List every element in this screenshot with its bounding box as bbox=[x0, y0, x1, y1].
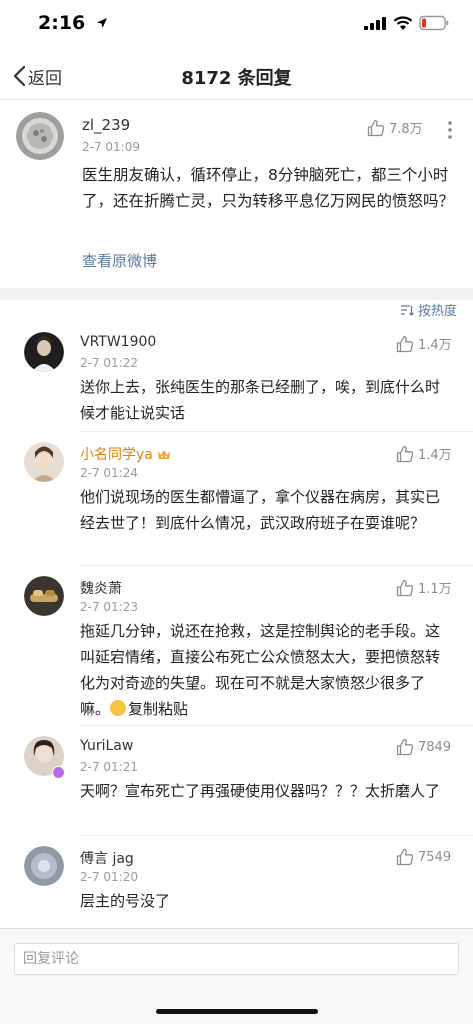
sort-icon bbox=[400, 304, 414, 316]
smile-emoji-icon bbox=[110, 700, 127, 716]
original-post: zl_239 2-7 01:09 7.8万 医生朋友确认，循环停止，8分钟脑死亡… bbox=[0, 100, 473, 288]
avatar[interactable] bbox=[16, 112, 64, 160]
like-count: 7.8万 bbox=[389, 122, 423, 137]
sort-label: 按热度 bbox=[417, 304, 457, 319]
avatar[interactable] bbox=[24, 846, 64, 886]
user-name[interactable]: 小名同学ya bbox=[80, 444, 171, 464]
view-original-link[interactable]: 查看原微博 bbox=[82, 250, 157, 271]
user-name-text: 小名同学ya bbox=[80, 447, 153, 463]
thumbs-up-icon bbox=[396, 579, 414, 596]
user-name[interactable]: VRTW1900 bbox=[80, 334, 156, 350]
like-count: 7849 bbox=[418, 739, 452, 755]
avatar[interactable] bbox=[24, 332, 64, 372]
timestamp: 2-7 01:21 bbox=[80, 760, 138, 774]
like-count: 1.4万 bbox=[418, 448, 452, 463]
post-content: 医生朋友确认，循环停止，8分钟脑死亡，都三个小时了，还在折腾亡灵，只为转移平息亿… bbox=[82, 166, 455, 210]
thumbs-up-icon bbox=[396, 738, 414, 756]
location-arrow-icon bbox=[97, 18, 107, 28]
timestamp: 2-7 01:23 bbox=[80, 600, 138, 614]
home-indicator[interactable] bbox=[156, 1009, 318, 1014]
timestamp: 2-7 01:22 bbox=[80, 356, 138, 370]
user-name[interactable]: 傅言 jag bbox=[80, 848, 134, 868]
timestamp: 2-7 01:09 bbox=[82, 140, 140, 154]
thumbs-up-icon bbox=[396, 445, 414, 462]
comment-item: VRTW1900 2-7 01:22 1.4万 送你上去，张纯医生的那条已经删了… bbox=[0, 322, 473, 432]
sort-by-heat-button[interactable]: 按热度 bbox=[400, 300, 457, 319]
like-count: 7549 bbox=[418, 849, 452, 865]
like-button[interactable]: 7849 bbox=[396, 738, 451, 756]
thumbs-up-icon bbox=[367, 119, 385, 136]
avatar[interactable] bbox=[24, 576, 64, 616]
more-options-icon[interactable] bbox=[442, 118, 458, 142]
like-button[interactable]: 7549 bbox=[396, 848, 451, 866]
comment-item: 傅言 jag 2-7 01:20 7549 层主的号没了 bbox=[0, 836, 473, 928]
like-button[interactable]: 7.8万 bbox=[367, 118, 423, 137]
like-button[interactable]: 1.4万 bbox=[396, 444, 452, 463]
user-name[interactable]: YuriLaw bbox=[80, 738, 133, 754]
user-name[interactable]: zl_239 bbox=[82, 116, 130, 134]
reply-bar bbox=[0, 928, 473, 1024]
comment-item: YuriLaw 2-7 01:21 7849 天啊？宣布死亡了再强硬使用仪器吗？… bbox=[0, 726, 473, 836]
comment-content: 天啊？宣布死亡了再强硬使用仪器吗？？？太折磨人了 bbox=[80, 782, 441, 800]
cellular-signal-icon bbox=[364, 17, 386, 30]
nav-bar: 返回 8172 条回复 bbox=[0, 52, 473, 100]
page-title: 8172 条回复 bbox=[181, 68, 292, 89]
user-name[interactable]: 魏炎萧 bbox=[80, 578, 122, 598]
avatar[interactable] bbox=[24, 442, 64, 482]
status-time: 2:16 bbox=[38, 12, 86, 34]
crown-badge-icon bbox=[157, 450, 170, 459]
comment-content: 拖延几分钟，说还在抢救，这是控制舆论的老手段。这叫延宕情绪，直接公布死亡公众愤怒… bbox=[80, 618, 450, 722]
like-button[interactable]: 1.4万 bbox=[396, 334, 452, 353]
comment-content: 层主的号没了 bbox=[80, 892, 171, 910]
comment-content: 送你上去，张纯医生的那条已经删了，唉，到底什么时候才能让说实话 bbox=[80, 378, 441, 422]
like-count: 1.1万 bbox=[418, 582, 452, 597]
comment-suffix: 复制粘贴 bbox=[128, 700, 189, 718]
comment-content: 他们说现场的医生都懵逼了，拿个仪器在病房，其实已经去世了！到底什么情况，武汉政府… bbox=[80, 488, 441, 532]
timestamp: 2-7 01:20 bbox=[80, 870, 138, 884]
timestamp: 2-7 01:24 bbox=[80, 466, 138, 480]
thumbs-up-icon bbox=[396, 848, 414, 866]
verified-badge-icon bbox=[52, 766, 65, 779]
comment-item: 魏炎萧 2-7 01:23 1.1万 拖延几分钟，说还在抢救，这是控制舆论的老手… bbox=[0, 566, 473, 726]
battery-icon bbox=[419, 15, 449, 31]
thumbs-up-icon bbox=[396, 335, 414, 352]
like-count: 1.4万 bbox=[418, 338, 452, 353]
section-divider bbox=[0, 288, 473, 300]
status-bar: 2:16 bbox=[0, 0, 473, 52]
sort-bar: 按热度 bbox=[0, 300, 473, 322]
comment-item: 小名同学ya 2-7 01:24 1.4万 他们说现场的医生都懵逼了，拿个仪器在… bbox=[0, 432, 473, 566]
like-button[interactable]: 1.1万 bbox=[396, 578, 452, 597]
wifi-icon bbox=[393, 16, 413, 30]
reply-input[interactable] bbox=[14, 943, 459, 975]
